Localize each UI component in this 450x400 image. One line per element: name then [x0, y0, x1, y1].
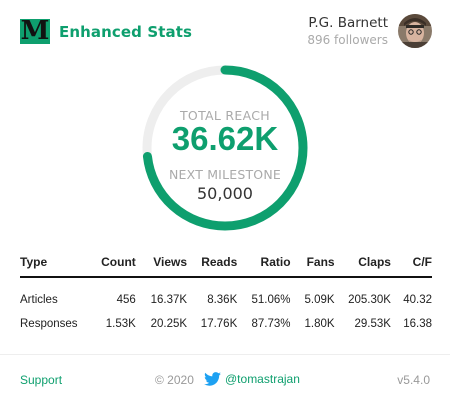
column-header-views: Views: [135, 253, 188, 278]
row-reads: 17.76K: [200, 318, 238, 330]
user-name: P.G. Barnett: [308, 15, 388, 31]
column-header-fans: Fans: [290, 253, 335, 278]
row-views: 16.37K: [150, 293, 188, 306]
avatar[interactable]: [398, 14, 432, 48]
row-reads: 8.36K: [207, 293, 238, 306]
support-link[interactable]: Support: [20, 373, 62, 387]
table-row: Responses 1.53K 20.25K 17.76K 87.73% 1.8…: [20, 311, 432, 337]
stats-header-row: Type Count Views Reads Ratio Fans Claps …: [20, 253, 432, 278]
header: M Enhanced Stats P.G. Barnett 896 follow…: [0, 0, 450, 60]
row-ratio: 51.06%: [251, 293, 291, 306]
column-header-count: Count: [91, 253, 136, 278]
column-header-reads: Reads: [187, 253, 238, 278]
row-fans: 5.09K: [304, 293, 335, 306]
twitter-link[interactable]: @tomastrajan: [204, 372, 300, 386]
brand: M Enhanced Stats: [20, 16, 193, 46]
user-followers: 896 followers: [307, 33, 388, 47]
table-row: Articles 456 16.37K 8.36K 51.06% 5.09K 2…: [20, 277, 432, 311]
reach-gauge: TOTAL REACH 36.62K NEXT MILESTONE 50,000: [140, 63, 310, 233]
total-reach-value: 36.62K: [171, 120, 279, 157]
column-header-claps: Claps: [334, 253, 391, 278]
row-ratio: 87.73%: [251, 318, 291, 330]
row-type: Responses: [20, 318, 78, 330]
twitter-handle: @tomastrajan: [225, 372, 300, 386]
column-header-cf: C/F: [390, 253, 432, 278]
row-count: 1.53K: [105, 318, 136, 330]
row-fans: 1.80K: [304, 318, 335, 330]
stats-table: Type Count Views Reads Ratio Fans Claps …: [20, 253, 432, 337]
row-count: 456: [116, 293, 136, 306]
row-views: 20.25K: [150, 318, 188, 330]
footer: Support © 2020 @tomastrajan v5.4.0: [0, 372, 450, 392]
twitter-icon: [204, 372, 221, 386]
logo-letter: M: [20, 16, 50, 46]
next-milestone-label: NEXT MILESTONE: [169, 167, 281, 182]
row-claps: 205.30K: [348, 293, 391, 306]
row-claps: 29.53K: [354, 318, 391, 330]
row-cf: 16.38: [403, 318, 432, 330]
column-header-type: Type: [20, 253, 92, 278]
row-type: Articles: [20, 293, 58, 306]
column-header-ratio: Ratio: [237, 253, 291, 278]
medium-logo-icon: M: [20, 16, 50, 46]
next-milestone-value: 50,000: [197, 184, 253, 203]
app-title: Enhanced Stats: [59, 22, 193, 41]
row-cf: 40.32: [403, 293, 432, 306]
footer-divider: [0, 354, 450, 355]
version-text: v5.4.0: [397, 373, 430, 387]
copyright-text: © 2020: [155, 373, 194, 387]
user-profile[interactable]: P.G. Barnett 896 followers: [307, 14, 432, 48]
